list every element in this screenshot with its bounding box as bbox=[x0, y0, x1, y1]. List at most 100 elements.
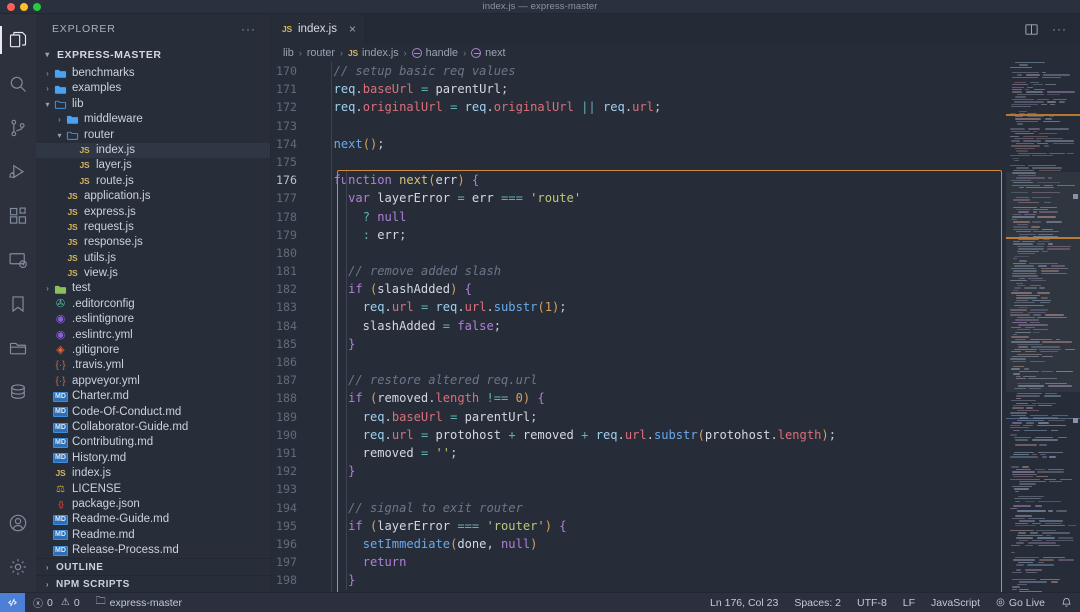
code-line[interactable]: 188 if (removed.length !== 0) { bbox=[271, 389, 1006, 407]
breadcrumb-item[interactable]: router bbox=[307, 47, 335, 59]
breadcrumb-item[interactable]: next bbox=[471, 47, 506, 59]
tree-item[interactable]: ✇ .editorconfig bbox=[36, 297, 270, 312]
code-line[interactable]: 170 // setup basic req values bbox=[271, 62, 1006, 80]
code-line[interactable]: 173 bbox=[271, 117, 1006, 135]
tree-item[interactable]: MD Collaborator-Guide.md bbox=[36, 420, 270, 435]
go-live-button[interactable]: ◎ Go Live bbox=[988, 593, 1053, 612]
code-line[interactable]: 171 req.baseUrl = parentUrl; bbox=[271, 80, 1006, 98]
code-line[interactable]: 181 // remove added slash bbox=[271, 262, 1006, 280]
notifications-bell-icon[interactable] bbox=[1053, 593, 1080, 612]
extensions-icon[interactable] bbox=[0, 194, 36, 238]
tree-item[interactable]: JS layer.js bbox=[36, 158, 270, 173]
outline-section[interactable]: › OUTLINE bbox=[36, 558, 270, 575]
code-line[interactable]: 175 bbox=[271, 153, 1006, 171]
line-endings-status[interactable]: LF bbox=[895, 593, 923, 612]
code-line[interactable]: 176 function next(err) { bbox=[271, 171, 1006, 189]
tree-item[interactable]: ◉ .eslintrc.yml bbox=[36, 328, 270, 343]
code-line[interactable]: 182 if (slashAdded) { bbox=[271, 280, 1006, 298]
code-line[interactable]: 191 removed = ''; bbox=[271, 444, 1006, 462]
tree-item[interactable]: MD Contributing.md bbox=[36, 435, 270, 450]
folder-status[interactable]: 🗀 express-master bbox=[88, 593, 190, 612]
code-line[interactable]: 198 } bbox=[271, 571, 1006, 589]
tree-item[interactable]: ⚖ LICENSE bbox=[36, 482, 270, 497]
error-warning-status[interactable]: ⓧ 0 ⚠ 0 bbox=[25, 593, 88, 612]
tree-item[interactable]: JS application.js bbox=[36, 189, 270, 204]
breadcrumb-item[interactable]: JS index.js bbox=[348, 47, 399, 59]
code-line[interactable]: 194 // signal to exit router bbox=[271, 499, 1006, 517]
project-manager-icon[interactable] bbox=[0, 326, 36, 370]
tree-item[interactable]: › test bbox=[36, 281, 270, 296]
tree-item[interactable]: JS request.js bbox=[36, 220, 270, 235]
code-line[interactable]: 192 } bbox=[271, 462, 1006, 480]
npm-scripts-section[interactable]: › NPM SCRIPTS bbox=[36, 575, 270, 592]
code-line[interactable]: 178 ? null bbox=[271, 208, 1006, 226]
tree-item[interactable]: › examples bbox=[36, 81, 270, 96]
tree-item[interactable]: JS response.js bbox=[36, 235, 270, 250]
minimap-slider[interactable] bbox=[1006, 172, 1080, 392]
code-line[interactable]: 183 req.url = req.url.substr(1); bbox=[271, 298, 1006, 316]
code-line[interactable]: 177 var layerError = err === 'route' bbox=[271, 189, 1006, 207]
tree-item[interactable]: MD Readme-Guide.md bbox=[36, 512, 270, 527]
tree-item[interactable]: JS index.js bbox=[36, 142, 270, 159]
code-editor[interactable]: 170 // setup basic req values 171 req.bas… bbox=[271, 62, 1006, 592]
tree-item[interactable]: MD History.md bbox=[36, 451, 270, 466]
code-line[interactable]: 197 return bbox=[271, 553, 1006, 571]
code-line[interactable]: 193 bbox=[271, 480, 1006, 498]
remote-indicator[interactable] bbox=[0, 592, 25, 612]
code-line[interactable]: 187 // restore altered req.url bbox=[271, 371, 1006, 389]
code-line[interactable]: 180 bbox=[271, 244, 1006, 262]
account-icon[interactable] bbox=[0, 504, 36, 548]
breadcrumb-item[interactable]: lib bbox=[283, 47, 294, 59]
tree-item[interactable]: MD Readme.md bbox=[36, 528, 270, 543]
tree-item[interactable]: MD Code-Of-Conduct.md bbox=[36, 405, 270, 420]
tree-item[interactable]: JS utils.js bbox=[36, 251, 270, 266]
code-line[interactable]: 172 req.originalUrl = req.originalUrl ||… bbox=[271, 98, 1006, 116]
close-tab-icon[interactable]: × bbox=[349, 22, 356, 36]
encoding-status[interactable]: UTF-8 bbox=[849, 593, 895, 612]
code-line[interactable]: 186 bbox=[271, 353, 1006, 371]
tree-item[interactable]: {} package.json bbox=[36, 497, 270, 512]
tree-item[interactable]: MD Release-Process.md bbox=[36, 543, 270, 558]
bookmarks-icon[interactable] bbox=[0, 282, 36, 326]
explorer-icon[interactable] bbox=[0, 18, 36, 62]
language-mode-status[interactable]: JavaScript bbox=[923, 593, 988, 612]
code-line[interactable]: 196 setImmediate(done, null) bbox=[271, 535, 1006, 553]
tree-item[interactable]: {·} .travis.yml bbox=[36, 358, 270, 373]
cursor-position[interactable]: Ln 176, Col 23 bbox=[702, 593, 786, 612]
database-icon[interactable] bbox=[0, 370, 36, 414]
tree-item[interactable]: › benchmarks bbox=[36, 66, 270, 81]
code-line[interactable]: 184 slashAdded = false; bbox=[271, 317, 1006, 335]
tree-item[interactable]: JS express.js bbox=[36, 205, 270, 220]
remote-explorer-icon[interactable] bbox=[0, 238, 36, 282]
tree-item[interactable]: MD Charter.md bbox=[36, 389, 270, 404]
code-line[interactable]: 190 req.url = protohost + removed + req.… bbox=[271, 426, 1006, 444]
code-line[interactable]: 189 req.baseUrl = parentUrl; bbox=[271, 408, 1006, 426]
split-editor-icon[interactable] bbox=[1024, 22, 1039, 37]
source-control-icon[interactable] bbox=[0, 106, 36, 150]
tab-index-js[interactable]: JS index.js × bbox=[271, 14, 367, 44]
minimap[interactable] bbox=[1006, 62, 1080, 592]
tree-item[interactable]: ◈ .gitignore bbox=[36, 343, 270, 358]
tree-item[interactable]: ▾ router bbox=[36, 128, 270, 143]
tree-item[interactable]: JS view.js bbox=[36, 266, 270, 281]
tree-item[interactable]: JS route.js bbox=[36, 174, 270, 189]
tree-item[interactable]: ▾ lib bbox=[36, 97, 270, 112]
workspace-root-row[interactable]: ▾ EXPRESS-MASTER bbox=[36, 44, 270, 65]
code-line[interactable]: 199 bbox=[271, 589, 1006, 592]
tree-item[interactable]: JS index.js bbox=[36, 466, 270, 481]
explorer-more-actions-icon[interactable]: ··· bbox=[241, 23, 256, 35]
code-line[interactable]: 195 if (layerError === 'router') { bbox=[271, 517, 1006, 535]
file-tree[interactable]: › benchmarks › examples ▾ lib › middleware ▾… bbox=[36, 65, 270, 558]
tree-item[interactable]: › middleware bbox=[36, 112, 270, 127]
indentation-status[interactable]: Spaces: 2 bbox=[786, 593, 849, 612]
breadcrumb[interactable]: lib › router › JS index.js › handle › next bbox=[271, 44, 1080, 62]
code-line[interactable]: 174 next(); bbox=[271, 135, 1006, 153]
editor-scrollbar[interactable] bbox=[1075, 62, 1080, 592]
tree-item[interactable]: {·} appveyor.yml bbox=[36, 374, 270, 389]
settings-gear-icon[interactable] bbox=[0, 548, 36, 592]
code-line[interactable]: 179 : err; bbox=[271, 226, 1006, 244]
tree-item[interactable]: ◉ .eslintignore bbox=[36, 312, 270, 327]
breadcrumb-item[interactable]: handle bbox=[411, 47, 458, 59]
code-line[interactable]: 185 } bbox=[271, 335, 1006, 353]
search-icon[interactable] bbox=[0, 62, 36, 106]
